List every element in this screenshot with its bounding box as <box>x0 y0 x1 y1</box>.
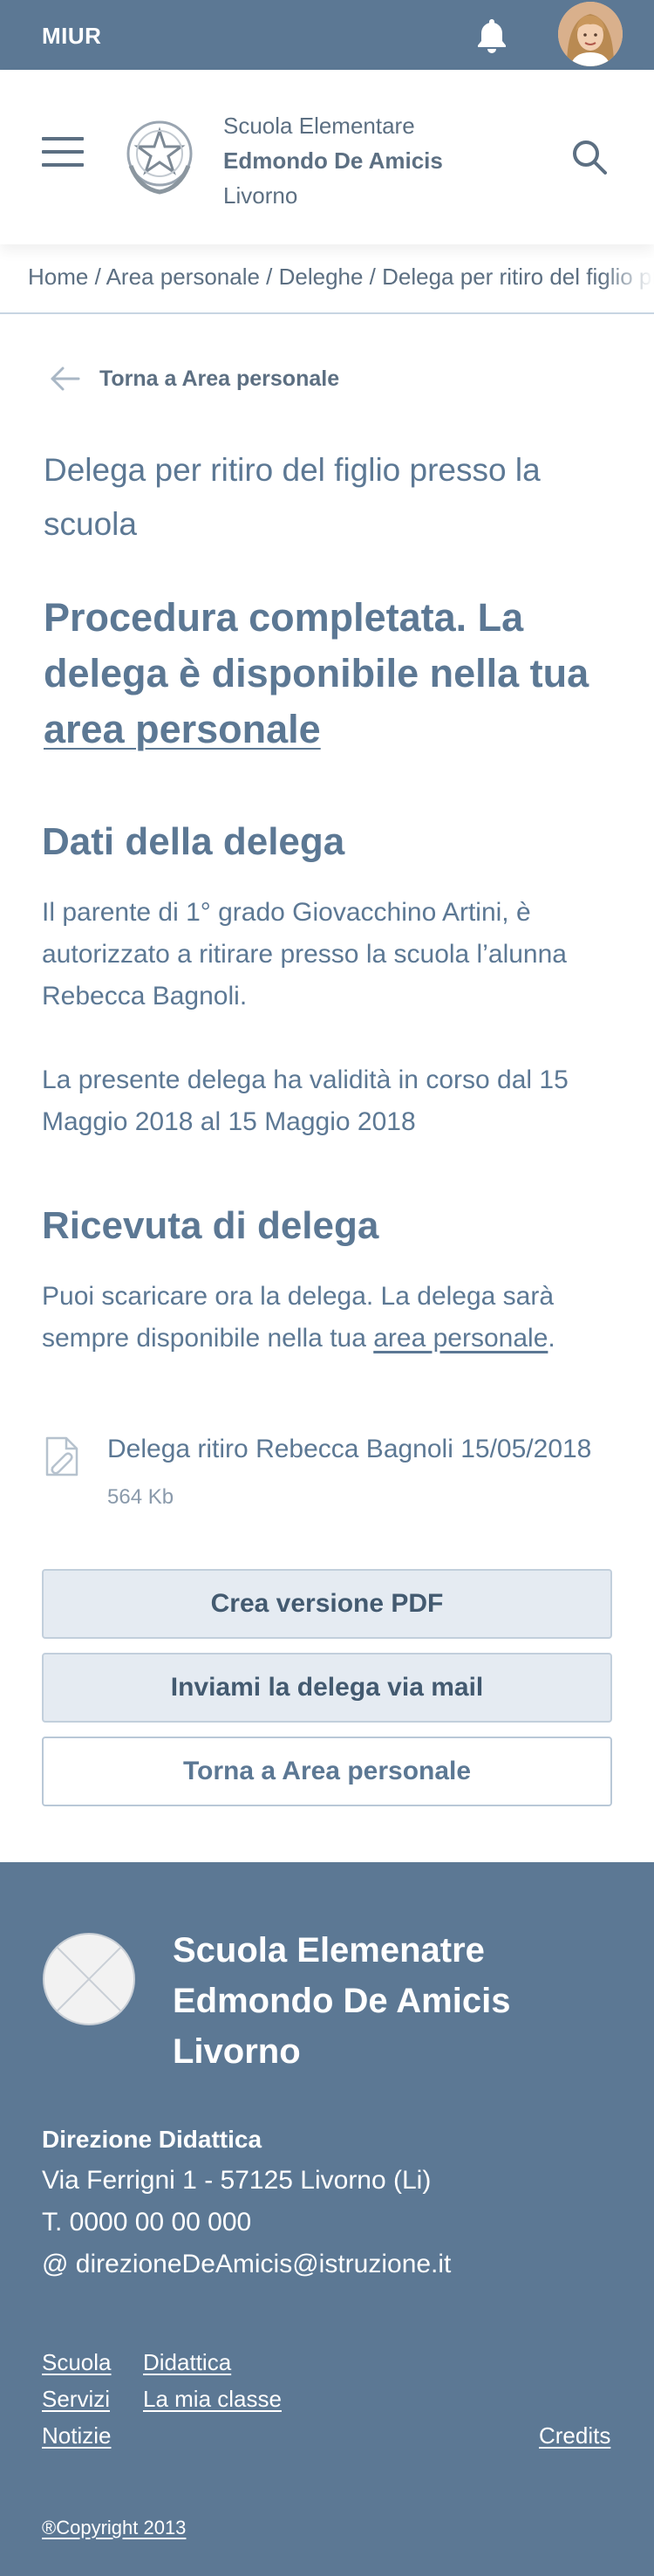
bell-icon[interactable] <box>471 14 513 56</box>
breadcrumb: Home / Area personale / Deleghe / Delega… <box>0 258 654 314</box>
back-to-area-button[interactable]: Torna a Area personale <box>42 1737 612 1806</box>
file-attachment[interactable]: Delega ritiro Rebecca Bagnoli 15/05/2018… <box>42 1431 635 1518</box>
footer-school-name[interactable]: Scuola Elemenatre Edmondo De Amicis Livo… <box>173 1925 510 2077</box>
avatar[interactable] <box>558 2 623 66</box>
dati-delega-validity: La presente delega ha validità in corso … <box>42 1065 569 1136</box>
back-link-label: Torna a Area personale <box>99 366 340 391</box>
top-bar: MIUR <box>0 0 654 70</box>
arrow-left-icon <box>51 367 80 391</box>
menu-icon[interactable] <box>42 137 84 172</box>
dati-delega-text: Il parente di 1° grado Giovacchino Artin… <box>42 898 567 1011</box>
school-logo-placeholder <box>43 1933 135 2025</box>
footer-link-servizi[interactable]: Servizi <box>42 2386 110 2413</box>
footer-link-scuola[interactable]: Scuola <box>42 2349 112 2376</box>
italian-republic-emblem <box>126 120 193 195</box>
school-name-line3: Livorno <box>223 182 298 209</box>
file-name: Delega ritiro Rebecca Bagnoli 15/05/2018 <box>107 1435 592 1463</box>
ricevuta-title: Ricevuta di delega <box>42 1204 379 1247</box>
breadcrumb-trail[interactable]: Home / Area personale / Deleghe / Delega… <box>28 264 654 291</box>
footer-link-classe[interactable]: La mia classe <box>143 2386 282 2413</box>
footer-address: Via Ferrigni 1 - 57125 Livorno (Li) <box>42 2166 432 2195</box>
footer-phone: T. 0000 00 00 000 <box>42 2208 252 2237</box>
footer-email[interactable]: @ direzioneDeAmicis@istruzione.it <box>42 2250 451 2279</box>
paperclip-file-icon <box>45 1436 78 1476</box>
ricevuta-text: Puoi scaricare ora la delega. La delega … <box>42 1282 555 1353</box>
footer-link-notizie[interactable]: Notizie <box>42 2422 111 2449</box>
school-name-line1: Scuola Elementare <box>223 113 415 139</box>
area-personale-link[interactable]: area personale <box>44 707 321 751</box>
send-mail-button[interactable]: Inviami la delega via mail <box>42 1653 612 1723</box>
page-title: Delega per ritiro del figlio presso la s… <box>44 452 541 542</box>
copyright-link[interactable]: ®Copyright 2013 <box>42 2517 186 2539</box>
dati-delega-title: Dati della delega <box>42 820 345 863</box>
school-name-line2: Edmondo De Amicis <box>223 147 443 174</box>
footer-direction-title: Direzione Didattica <box>42 2126 262 2153</box>
school-name[interactable]: Scuola Elementare Edmondo De Amicis Livo… <box>223 108 443 213</box>
success-message: Procedura completata. La delega è dispon… <box>44 590 619 757</box>
site-header: Scuola Elementare Edmondo De Amicis Livo… <box>0 70 654 244</box>
search-icon[interactable] <box>570 138 609 176</box>
success-text: Procedura completata. La delega è dispon… <box>44 595 589 695</box>
back-link[interactable]: Torna a Area personale <box>49 361 339 396</box>
footer-link-credits[interactable]: Credits <box>539 2422 610 2449</box>
brand-label[interactable]: MIUR <box>42 23 101 50</box>
file-size: 564 Kb <box>107 1485 174 1509</box>
area-personale-inline-link[interactable]: area personale <box>373 1324 548 1353</box>
create-pdf-button[interactable]: Crea versione PDF <box>42 1569 612 1639</box>
footer-link-didattica[interactable]: Didattica <box>143 2349 231 2376</box>
site-footer: Scuola Elemenatre Edmondo De Amicis Livo… <box>0 1862 654 2576</box>
